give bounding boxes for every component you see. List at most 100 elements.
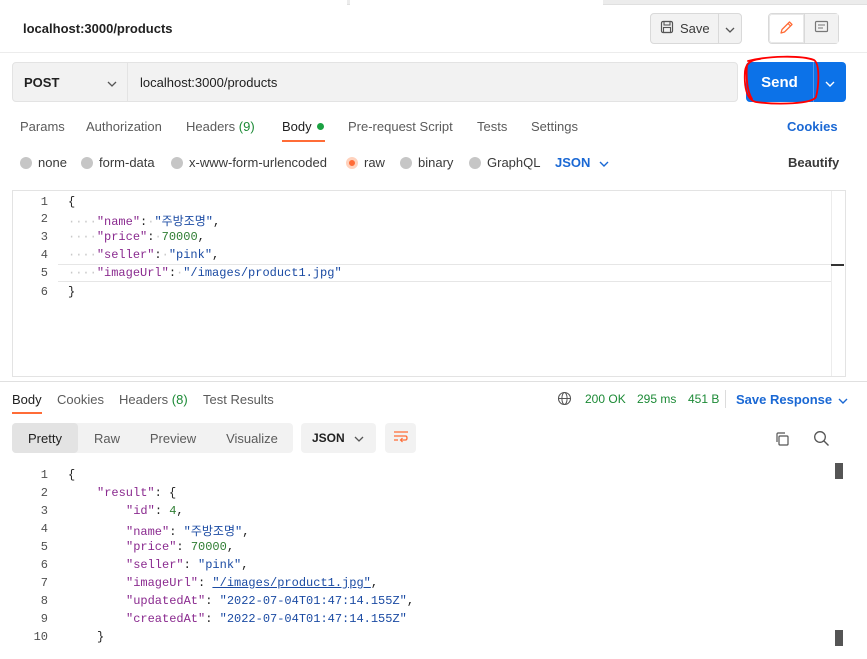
- code-line: "updatedAt": "2022-07-04T01:47:14.155Z",: [126, 594, 415, 608]
- url-bar: POST localhost:3000/products: [12, 62, 738, 102]
- radio-dot-selected: [346, 156, 358, 169]
- wrap-lines-button[interactable]: [385, 423, 416, 453]
- save-label: Save: [680, 21, 710, 36]
- body-indicator-dot: [316, 123, 324, 130]
- resp-tab-headers[interactable]: Headers (8): [119, 392, 188, 407]
- save-response-button[interactable]: Save Response: [736, 392, 848, 407]
- chevron-down-icon: [107, 75, 117, 90]
- response-format-label: JSON: [312, 431, 345, 445]
- radio-none[interactable]: none: [20, 155, 67, 170]
- headers-count: (9): [238, 119, 255, 134]
- save-group: Save: [650, 13, 742, 44]
- tab-pre-request-script[interactable]: Pre-request Script: [348, 119, 453, 134]
- save-options-button[interactable]: [719, 14, 741, 43]
- chevron-down-icon: [825, 75, 835, 90]
- response-divider[interactable]: [0, 381, 867, 382]
- code-line: ····"seller":·"pink",: [68, 248, 220, 262]
- status-code[interactable]: 200 OK: [585, 392, 626, 406]
- request-title[interactable]: localhost:3000/products: [23, 21, 173, 36]
- radio-label: raw: [364, 155, 385, 170]
- response-scroll-thumb-top[interactable]: [835, 463, 843, 479]
- code-line: "price": 70000,: [126, 540, 235, 554]
- tab-tests[interactable]: Tests: [477, 119, 507, 134]
- code-line: ····"name":·"주방조명",: [68, 215, 221, 229]
- radio-graphql[interactable]: GraphQL: [469, 155, 540, 170]
- resp-tab-body[interactable]: Body: [12, 392, 42, 407]
- radio-binary[interactable]: binary: [400, 155, 453, 170]
- active-tab-underline: [282, 140, 325, 142]
- method-select[interactable]: POST: [13, 63, 128, 101]
- cookies-link[interactable]: Cookies: [787, 119, 838, 134]
- resp-tab-cookies[interactable]: Cookies: [57, 392, 104, 407]
- chevron-down-icon: [354, 431, 364, 445]
- open-tab[interactable]: [350, 0, 603, 5]
- line-number: 4: [40, 248, 48, 262]
- response-scroll-thumb-bottom[interactable]: [835, 630, 843, 646]
- tab-body[interactable]: Body: [282, 119, 324, 134]
- method-label: POST: [24, 74, 60, 90]
- radio-x-www-form-urlencoded[interactable]: x-www-form-urlencoded: [171, 155, 327, 170]
- response-view-modes: Pretty Raw Preview Visualize: [12, 423, 293, 453]
- image-url-link[interactable]: "/images/product1.jpg": [212, 576, 370, 590]
- radio-dot: [400, 156, 412, 169]
- view-raw[interactable]: Raw: [82, 423, 132, 453]
- code-line: "id": 4,: [126, 504, 184, 518]
- response-format-select[interactable]: JSON: [301, 423, 376, 453]
- line-number: 3: [40, 504, 48, 518]
- line-number: 8: [40, 594, 48, 608]
- code-line: "seller": "pink",: [126, 558, 249, 572]
- line-number: 5: [40, 540, 48, 554]
- code-line: ····"price":·70000,: [68, 230, 205, 244]
- line-number: 2: [40, 486, 48, 500]
- scroll-thumb[interactable]: [831, 264, 844, 266]
- resp-tab-test-results[interactable]: Test Results: [203, 392, 274, 407]
- code-line: ····"imageUrl":·"/images/product1.jpg": [68, 266, 342, 280]
- active-tab-underline: [12, 412, 42, 414]
- radio-label: x-www-form-urlencoded: [189, 155, 327, 170]
- code-line: }: [97, 630, 105, 644]
- search-icon[interactable]: [813, 430, 830, 450]
- view-visualize[interactable]: Visualize: [215, 423, 289, 453]
- line-number: 9: [40, 612, 48, 626]
- beautify-link[interactable]: Beautify: [788, 155, 839, 170]
- radio-raw[interactable]: raw: [346, 155, 385, 170]
- view-pretty[interactable]: Pretty: [12, 423, 78, 453]
- documentation-button[interactable]: [805, 14, 838, 43]
- code-line: "imageUrl": "/images/product1.jpg",: [126, 576, 379, 590]
- line-number: 4: [40, 522, 48, 536]
- radio-label: none: [38, 155, 67, 170]
- chevron-down-icon: [838, 392, 848, 407]
- response-time[interactable]: 295 ms: [637, 392, 676, 406]
- tab-settings[interactable]: Settings: [531, 119, 578, 134]
- code-line: {: [68, 195, 76, 209]
- code-line: {: [68, 468, 76, 482]
- open-tab[interactable]: [0, 0, 347, 5]
- copy-icon[interactable]: [774, 431, 790, 450]
- tab-authorization[interactable]: Authorization: [86, 119, 162, 134]
- save-response-label: Save Response: [736, 392, 833, 407]
- response-size[interactable]: 451 B: [688, 392, 719, 406]
- annotation-circle: [743, 55, 820, 105]
- divider: [0, 52, 867, 53]
- chevron-down-icon: [725, 21, 735, 36]
- tab-params[interactable]: Params: [20, 119, 65, 134]
- line-number: 7: [40, 576, 48, 590]
- body-format-select[interactable]: JSON: [555, 155, 609, 170]
- tab-strip: [0, 0, 867, 5]
- url-input[interactable]: localhost:3000/products: [128, 63, 277, 101]
- view-preview[interactable]: Preview: [138, 423, 208, 453]
- radio-label: binary: [418, 155, 454, 170]
- globe-icon[interactable]: [557, 391, 572, 409]
- chevron-down-icon: [599, 155, 609, 170]
- document-icon: [814, 20, 829, 37]
- radio-dot: [171, 156, 183, 169]
- edit-mode-button[interactable]: [769, 14, 805, 43]
- radio-dot: [469, 156, 481, 169]
- save-button[interactable]: Save: [651, 14, 719, 43]
- tab-headers[interactable]: Headers (9): [186, 119, 255, 134]
- radio-label: form-data: [99, 155, 155, 170]
- line-number: 10: [33, 630, 48, 644]
- radio-form-data[interactable]: form-data: [81, 155, 155, 170]
- editor-scrollbar[interactable]: [831, 191, 845, 376]
- pencil-icon: [779, 20, 794, 38]
